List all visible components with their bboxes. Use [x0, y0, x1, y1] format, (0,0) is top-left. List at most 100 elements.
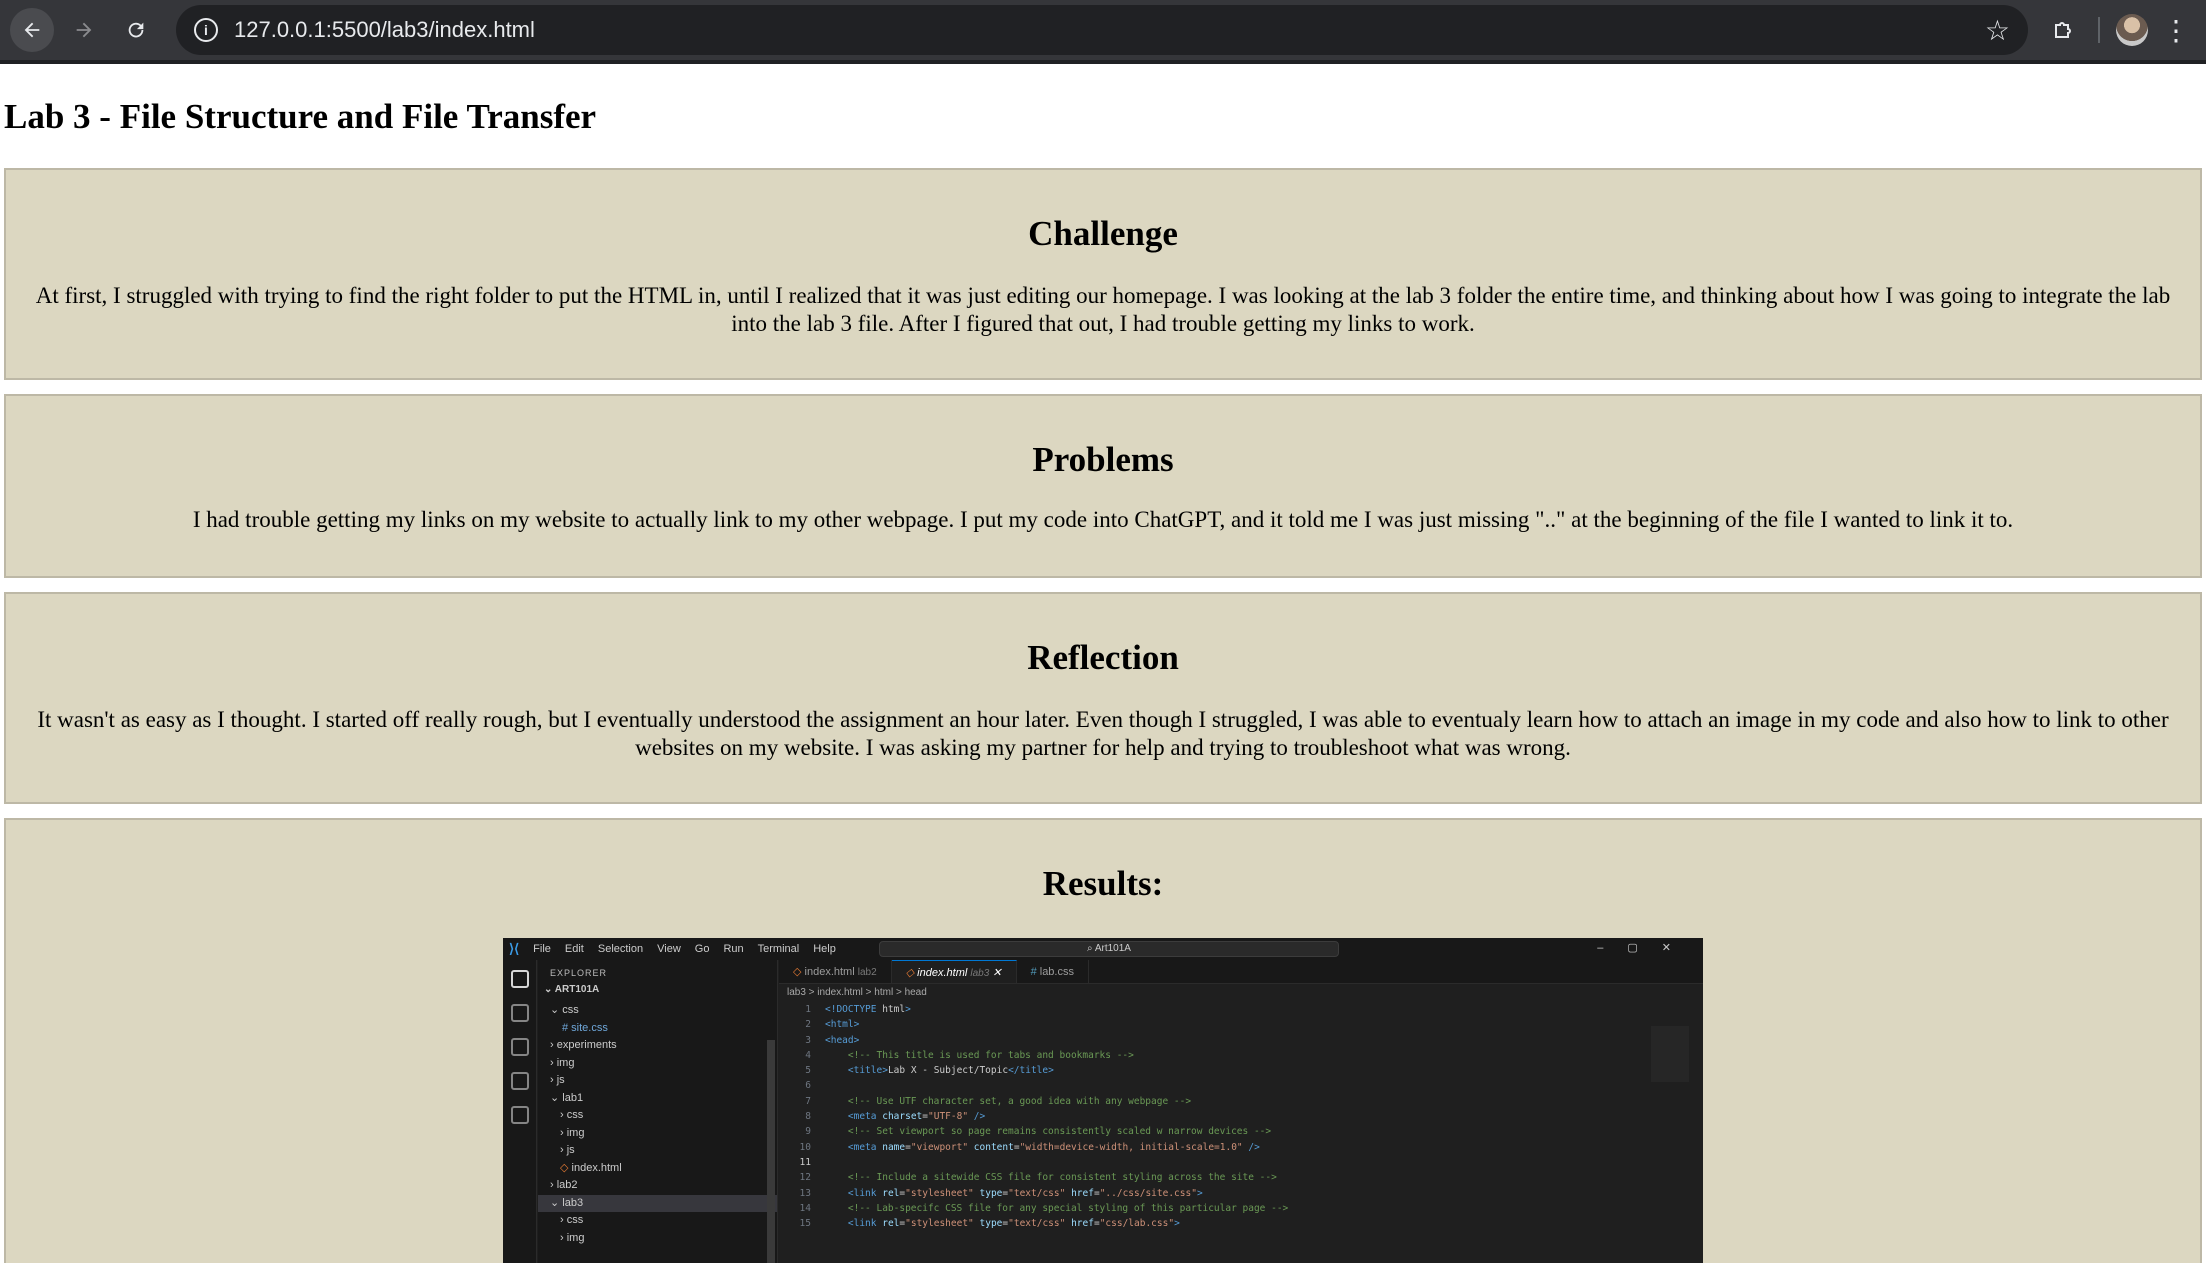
- code-line: 13 <link rel="stylesheet" type="text/css…: [779, 1186, 1703, 1201]
- code-text: <!-- This title is used for tabs and boo…: [825, 1049, 1134, 1061]
- line-number: 2: [805, 1019, 811, 1031]
- tree-item: › js: [560, 1144, 575, 1156]
- code-line: 4 <!-- This title is used for tabs and b…: [779, 1048, 1703, 1063]
- page-title: Lab 3 - File Structure and File Transfer: [4, 97, 597, 136]
- code-text: <link rel="stylesheet" type="text/css" h…: [847, 1218, 1180, 1230]
- minimap: [1651, 1026, 1689, 1082]
- arrow-right-icon: [76, 22, 92, 38]
- tree-item: › css: [560, 1109, 584, 1121]
- tree-item: › img: [550, 1056, 575, 1069]
- menu-run: Run: [723, 943, 744, 955]
- extensions-icon: [511, 1106, 529, 1124]
- section-text: At first, I struggled with trying to fin…: [35, 283, 2171, 336]
- tree-item: ◇ index.html: [560, 1161, 622, 1174]
- url-text: 127.0.0.1:5500/lab3/index.html: [234, 17, 535, 42]
- line-number: 3: [805, 1034, 811, 1046]
- code-line: 10 <meta name="viewport" content="width=…: [779, 1140, 1703, 1155]
- code-text: <!-- Include a sitewide CSS file for con…: [825, 1172, 1277, 1184]
- code-text: <title>Lab X - Subject/Topic</title>: [847, 1065, 1054, 1077]
- section-heading: Results:: [1042, 864, 1164, 903]
- line-number: 11: [799, 1156, 811, 1168]
- forward-button[interactable]: [62, 8, 106, 52]
- menu-selection: Selection: [597, 943, 644, 955]
- reflection-section: Reflection It wasn't as easy as I though…: [4, 592, 2202, 804]
- line-number: 9: [805, 1126, 811, 1138]
- menu-view: View: [657, 943, 681, 955]
- line-number: 15: [799, 1218, 811, 1230]
- code-line: 8 <meta charset="UTF-8" />: [779, 1109, 1703, 1124]
- line-number: 1: [805, 1004, 811, 1015]
- line-number: 8: [805, 1111, 811, 1123]
- search-icon: [511, 1004, 529, 1022]
- tree-item: › experiments: [550, 1039, 617, 1051]
- editor-tabs: ◇ index.html lab2 ◇ index.html lab3 ✕ # …: [779, 960, 1703, 984]
- code-line: 9 <!-- Set viewport so page remains cons…: [779, 1124, 1703, 1139]
- tree-item: › js: [550, 1074, 565, 1086]
- problems-section: Problems I had trouble getting my links …: [4, 394, 2202, 578]
- editor-tab-active: ◇ index.html lab3 ✕: [891, 960, 1017, 983]
- code-text: <meta charset="UTF-8" />: [847, 1111, 986, 1123]
- reload-icon: [128, 22, 144, 38]
- section-heading: Challenge: [1028, 214, 1178, 253]
- browser-toolbar: i 127.0.0.1:5500/lab3/index.html ☆ ⋮: [0, 0, 2206, 64]
- site-info-icon[interactable]: i: [194, 18, 218, 42]
- reload-button[interactable]: [114, 8, 158, 52]
- page-content: Lab 3 - File Structure and File Transfer…: [0, 96, 2206, 1263]
- editor-tab: # lab.css: [1017, 960, 1089, 983]
- challenge-section: Challenge At first, I struggled with try…: [4, 168, 2202, 380]
- menu-kebab-icon[interactable]: ⋮: [2162, 14, 2190, 47]
- line-number: 6: [805, 1080, 811, 1092]
- code-text: <meta name="viewport" content="width=dev…: [847, 1141, 1260, 1153]
- results-screenshot: ⟩⟨ File Edit Selection View Go Run Termi…: [503, 938, 1703, 1263]
- profile-avatar[interactable]: [2116, 14, 2148, 46]
- command-center: ⌕ Art101A: [879, 941, 1339, 957]
- window-controls: –▢✕: [1597, 942, 1695, 954]
- code-text: <!DOCTYPE html>: [825, 1004, 911, 1015]
- search-icon: ⌕: [1087, 943, 1095, 954]
- section-heading: Problems: [1032, 440, 1174, 479]
- extensions-button[interactable]: [2042, 8, 2086, 52]
- tree-item: # site.css: [562, 1021, 608, 1034]
- puzzle-icon: [2055, 22, 2071, 38]
- arrow-left-icon: [24, 22, 40, 38]
- project-name: ⌄ ART101A: [544, 984, 600, 995]
- code-line: 14 <!-- Lab-specifc CSS file for any spe…: [779, 1201, 1703, 1216]
- back-button[interactable]: [10, 8, 54, 52]
- bookmark-star-icon[interactable]: ☆: [1985, 14, 2010, 47]
- tree-item: › img: [560, 1126, 585, 1139]
- line-number: 13: [799, 1187, 811, 1199]
- vscode-logo-icon: ⟩⟨: [509, 941, 520, 956]
- explorer-scrollbar: [767, 1040, 775, 1263]
- code-line: 6: [779, 1078, 1703, 1093]
- code-line: 15 <link rel="stylesheet" type="text/css…: [779, 1216, 1703, 1231]
- editor-tab: ◇ index.html lab2: [779, 960, 892, 983]
- explorer-panel: EXPLORER ⌄ ART101A ⌄ css # site.css › ex…: [538, 960, 778, 1263]
- code-text: <!-- Set viewport so page remains consis…: [825, 1126, 1272, 1138]
- code-view: 1 <!DOCTYPE html> 2 <html> 3 <head> 4 <!-- Thi…: [779, 1002, 1703, 1231]
- menu-go: Go: [694, 943, 710, 955]
- toolbar-divider: [2098, 17, 2100, 43]
- vscode-titlebar: ⟩⟨ File Edit Selection View Go Run Termi…: [503, 938, 1703, 960]
- files-icon: [511, 970, 529, 988]
- code-line: 1 <!DOCTYPE html>: [779, 1002, 1703, 1017]
- tree-item: › lab2: [550, 1179, 578, 1191]
- results-section: Results: ⟩⟨ File Edit Selection View Go …: [4, 818, 2202, 1263]
- menu-edit: Edit: [564, 943, 584, 955]
- code-line: 5 <title>Lab X - Subject/Topic</title>: [779, 1063, 1703, 1078]
- editor-breadcrumb: lab3 > index.html > html > head: [787, 987, 927, 998]
- command-center-label: Art101A: [1094, 943, 1131, 954]
- code-text: <!-- Use UTF character set, a good idea …: [825, 1095, 1192, 1107]
- address-bar[interactable]: i 127.0.0.1:5500/lab3/index.html ☆: [176, 5, 2028, 55]
- code-line: 2 <html>: [779, 1017, 1703, 1032]
- tree-item: ⌄ lab1: [550, 1091, 584, 1104]
- line-number: 4: [805, 1049, 811, 1061]
- tree-item: ⌄ css: [550, 1004, 579, 1016]
- activity-bar: [503, 960, 537, 1263]
- code-text: <head>: [825, 1034, 860, 1046]
- tree-item: › css: [560, 1214, 584, 1226]
- section-heading: Reflection: [1027, 638, 1179, 677]
- menu-terminal: Terminal: [757, 943, 800, 955]
- menu-file: File: [533, 943, 551, 955]
- tree-item: › img: [560, 1231, 585, 1244]
- line-number: 10: [799, 1141, 811, 1153]
